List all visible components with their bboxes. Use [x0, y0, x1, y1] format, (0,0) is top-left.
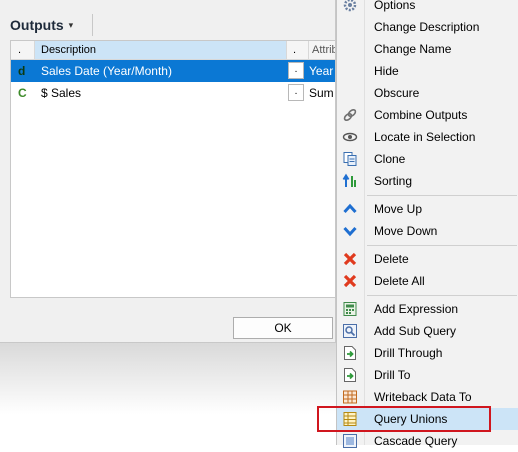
outputs-dropdown[interactable]: Outputs ▾ — [10, 14, 73, 36]
drill-through-icon — [344, 346, 356, 360]
drill-to-icon — [344, 368, 356, 382]
menu-item-hide[interactable]: Hide — [337, 60, 518, 82]
menu-item-label: Locate in Selection — [374, 130, 476, 144]
menu-item-combine-outputs[interactable]: Combine Outputs — [337, 104, 518, 126]
menu-item-add-sub-query[interactable]: Add Sub Query — [337, 320, 518, 342]
chevron-down-icon: ▾ — [68, 19, 74, 30]
header-divider — [92, 14, 93, 36]
menu-separator — [367, 195, 517, 196]
menu-item-drill-to[interactable]: Drill To — [337, 364, 518, 386]
menu-item-sorting[interactable]: Sorting — [337, 170, 518, 192]
outputs-grid: . Description . Attribu d Sales Date (Ye… — [10, 40, 336, 298]
chain-icon — [343, 108, 357, 122]
clone-icon — [343, 152, 357, 166]
grid-header: . Description . Attribu — [11, 41, 335, 60]
column-header-button[interactable]: . — [287, 41, 309, 59]
menu-separator — [367, 295, 517, 296]
menu-item-add-expression[interactable]: Add Expression — [337, 298, 518, 320]
menu-item-label: Delete — [374, 252, 409, 266]
menu-item-label: Writeback Data To — [374, 390, 472, 404]
menu-item-label: Clone — [374, 152, 406, 166]
menu-item-obscure[interactable]: Obscure — [337, 82, 518, 104]
column-header-attribute[interactable]: Attribu — [309, 41, 335, 59]
background-area — [0, 343, 336, 445]
menu-item-clone[interactable]: Clone — [337, 148, 518, 170]
menu-item-options[interactable]: Options — [337, 0, 518, 16]
eye-icon — [342, 132, 358, 142]
menu-item-label: Drill To — [374, 368, 411, 382]
menu-item-change-description[interactable]: Change Description — [337, 16, 518, 38]
context-menu: Options Change Description Change Name H… — [336, 0, 518, 448]
menu-item-change-name[interactable]: Change Name — [337, 38, 518, 60]
menu-item-label: Obscure — [374, 86, 420, 100]
column-header-description[interactable]: Description — [35, 41, 287, 59]
menu-item-drill-through[interactable]: Drill Through — [337, 342, 518, 364]
column-header-marker[interactable]: . — [11, 41, 35, 59]
menu-item-move-down[interactable]: Move Down — [337, 220, 518, 242]
outputs-title: Outputs — [10, 17, 64, 33]
menu-item-delete[interactable]: Delete — [337, 248, 518, 270]
menu-item-label: Move Up — [374, 202, 423, 216]
menu-item-label: Change Name — [374, 42, 452, 56]
sort-icon — [342, 173, 356, 187]
menu-item-label: Combine Outputs — [374, 108, 468, 122]
menu-item-cascade-query[interactable]: Cascade Query — [337, 430, 518, 452]
row-description: $ Sales — [41, 86, 82, 100]
row-attribute: Sum % — [309, 86, 335, 100]
table-row[interactable]: d Sales Date (Year/Month) . Year / — [11, 60, 335, 82]
sub-query-icon — [343, 324, 357, 338]
calculation-icon: C — [18, 86, 27, 100]
expression-icon — [343, 302, 357, 316]
table-row[interactable]: C $ Sales . Sum % — [11, 82, 335, 104]
menu-item-delete-all[interactable]: Delete All — [337, 270, 518, 292]
gear-icon — [343, 0, 357, 12]
menu-item-label: Options — [374, 0, 416, 12]
cascade-query-icon — [343, 434, 357, 448]
menu-item-label: Delete All — [374, 274, 425, 288]
writeback-icon — [343, 390, 357, 404]
menu-item-move-up[interactable]: Move Up — [337, 198, 518, 220]
menu-item-label: Move Down — [374, 224, 438, 238]
outputs-dialog: Outputs ▾ . Description . Attribu d Sale… — [0, 0, 336, 343]
menu-item-writeback-data-to[interactable]: Writeback Data To — [337, 386, 518, 408]
delete-icon — [343, 252, 357, 266]
menu-item-label: Drill Through — [374, 346, 443, 360]
menu-item-label: Cascade Query — [374, 434, 458, 448]
highlight-annotation-box — [317, 406, 491, 432]
menu-item-label: Add Expression — [374, 302, 459, 316]
dimension-icon: d — [18, 64, 26, 78]
menu-separator — [367, 245, 517, 246]
ok-button[interactable]: OK — [233, 317, 333, 339]
chevron-up-icon — [343, 203, 357, 214]
row-attribute: Year / — [309, 64, 335, 78]
chevron-down-icon — [343, 226, 357, 237]
menu-item-label: Hide — [374, 64, 399, 78]
row-ellipsis-button[interactable]: . — [288, 62, 304, 79]
menu-item-locate-in-selection[interactable]: Locate in Selection — [337, 126, 518, 148]
menu-item-label: Add Sub Query — [374, 324, 457, 338]
row-description: Sales Date (Year/Month) — [41, 64, 172, 78]
menu-item-label: Change Description — [374, 20, 480, 34]
menu-item-label: Sorting — [374, 174, 413, 188]
delete-all-icon — [343, 274, 357, 288]
row-ellipsis-button[interactable]: . — [288, 84, 304, 101]
